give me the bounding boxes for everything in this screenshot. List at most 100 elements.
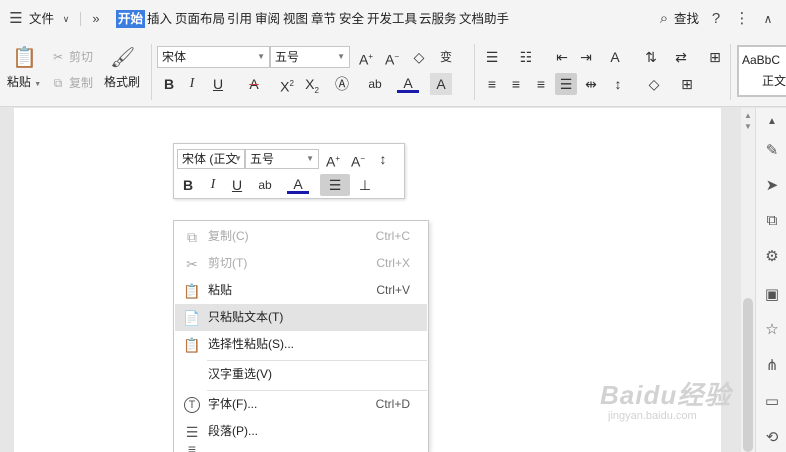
image-icon[interactable]: ▣ [762, 285, 782, 305]
tab-page-layout[interactable]: 页面布局 [175, 10, 225, 28]
more-options-icon[interactable]: ⋮ [732, 9, 752, 29]
menu-item-reconvert[interactable]: 汉字重选(V) [175, 361, 427, 388]
show-marks-icon[interactable]: ⊞ [704, 46, 726, 68]
tab-cloud-service[interactable]: 云服务 [419, 10, 457, 28]
menu-item-paragraph[interactable]: ☰ 段落(P)... [175, 418, 427, 445]
menu-item-next[interactable]: ≡ [175, 442, 427, 452]
font-color-icon[interactable]: A [397, 73, 419, 93]
increase-indent-icon[interactable]: ⇥ [575, 46, 597, 68]
ribbon-divider [730, 44, 731, 100]
menu-item-cut[interactable]: ✂ 剪切(T) Ctrl+X [175, 250, 427, 277]
mini-align-icon[interactable]: ☰ [320, 174, 350, 196]
text-direction-icon[interactable]: A [604, 46, 626, 68]
numbered-list-icon[interactable]: ☷ [515, 46, 537, 68]
mini-grow-font-icon[interactable]: A+ [322, 148, 344, 170]
tab-developer-tools[interactable]: 开发工具 [367, 10, 417, 28]
char-shading-icon[interactable]: A [430, 73, 452, 95]
mini-bold-icon[interactable]: B [177, 174, 199, 196]
distributed-icon[interactable]: ⇹ [580, 73, 602, 95]
settings-sliders-icon[interactable]: ⚙ [762, 247, 782, 267]
sort-icon[interactable]: ⇅ [640, 46, 662, 68]
decrease-indent-icon[interactable]: ⇤ [551, 46, 573, 68]
bullet-list-icon[interactable]: ☰ [481, 46, 503, 68]
scrollbar-thumb[interactable] [743, 298, 753, 452]
menu-item-paste[interactable]: 📋 粘贴 Ctrl+V [175, 277, 427, 304]
mini-font-color-icon[interactable]: A [287, 174, 309, 194]
chevron-down-icon[interactable]: ∨ [56, 9, 76, 29]
mini-font-size-select[interactable]: 五号 ▼ [245, 149, 319, 169]
pointer-icon[interactable]: ➤ [762, 176, 782, 196]
justify-icon[interactable]: ☰ [555, 73, 577, 95]
menu-item-font[interactable]: T 字体(F)... Ctrl+D [175, 391, 427, 418]
star-icon[interactable]: ☆ [762, 320, 782, 340]
strikethrough-icon[interactable]: A [243, 73, 265, 95]
mini-italic-icon[interactable]: I [202, 174, 224, 196]
highlight-icon[interactable]: ab [364, 73, 386, 95]
tab-view[interactable]: 视图 [283, 10, 308, 28]
phonetic-guide-icon[interactable]: 变 [435, 46, 457, 68]
copy-icon: ⧉ [187, 229, 197, 245]
paragraph-spacing-icon[interactable]: ↕ [607, 73, 629, 95]
tab-insert[interactable]: 插入 [147, 10, 172, 28]
copy-label: 复制 [69, 76, 94, 90]
file-menu[interactable]: 文件 [29, 10, 54, 28]
hamburger-menu-icon[interactable]: ☰ [6, 9, 26, 29]
clear-format-icon[interactable]: ◇ [408, 46, 430, 68]
tab-chapter[interactable]: 章节 [311, 10, 336, 28]
paste-special-icon: 📋 [183, 337, 201, 353]
chevron-up-icon[interactable]: ▲ [762, 112, 782, 132]
tab-references[interactable]: 引用 [227, 10, 252, 28]
search-icon[interactable]: ⌕ [654, 9, 674, 29]
menu-item-copy[interactable]: ⧉ 复制(C) Ctrl+C [175, 223, 427, 250]
style-gallery[interactable]: AaBbC 正文 [737, 45, 786, 97]
more-tabs-icon[interactable]: » [86, 9, 106, 29]
mini-highlight-icon[interactable]: ab [254, 174, 276, 196]
mini-format-painter-icon[interactable]: ⊥ [354, 174, 376, 196]
tab-doc-assistant[interactable]: 文档助手 [459, 10, 509, 28]
text-effect-icon[interactable]: Ⓐ [331, 73, 353, 95]
underline-icon[interactable]: U [207, 73, 229, 95]
scroll-up-icon[interactable]: ▲ [744, 111, 752, 120]
collapse-ribbon-icon[interactable]: ∧ [758, 9, 778, 29]
mini-shrink-font-icon[interactable]: A− [347, 148, 369, 170]
shading-icon[interactable]: ◇ [643, 73, 665, 95]
help-icon[interactable]: ? [706, 9, 726, 29]
pen-icon[interactable]: ✎ [762, 141, 782, 161]
mini-font-name-select[interactable]: 宋体 (正文 ▼ [177, 149, 245, 169]
bold-icon[interactable]: B [158, 73, 180, 95]
scissors-icon: ✂ [52, 50, 64, 64]
scissors-icon: ✂ [186, 256, 198, 272]
cut-button[interactable]: ✂ 剪切 [50, 47, 93, 67]
font-size-select[interactable]: 五号 ▼ [270, 46, 350, 68]
shapes-icon[interactable]: ⧉ [762, 211, 782, 231]
align-center-icon[interactable]: ≡ [505, 73, 527, 95]
align-right-icon[interactable]: ≡ [530, 73, 552, 95]
scroll-down-icon[interactable]: ▼ [744, 122, 752, 131]
menu-item-paste-special[interactable]: 📋 选择性粘贴(S)... [175, 331, 427, 358]
paste-text-icon: 📄 [183, 310, 201, 326]
tab-review[interactable]: 审阅 [255, 10, 280, 28]
copy-button[interactable]: ⧉ 复制 [50, 73, 93, 93]
borders-icon[interactable]: ⊞ [676, 73, 698, 95]
vertical-scrollbar[interactable]: ▲ ▼ [741, 108, 755, 452]
align-left-icon[interactable]: ≡ [481, 73, 503, 95]
font-name-select[interactable]: 宋体 ▼ [157, 46, 270, 68]
shrink-font-icon[interactable]: A− [381, 46, 403, 68]
format-painter-button[interactable]: 🖌 格式刷 [99, 46, 145, 90]
italic-icon[interactable]: I [181, 73, 203, 95]
mini-line-spacing-icon[interactable]: ↕ [372, 148, 394, 170]
line-spacing-icon[interactable]: ⇄ [670, 46, 692, 68]
superscript-icon[interactable]: X2 [276, 73, 298, 95]
search-label[interactable]: 查找 [674, 10, 699, 28]
paste-button[interactable]: 📋 粘贴 ▼ [2, 46, 46, 90]
menu-item-paste-text-only[interactable]: 📄 只粘贴文本(T) [175, 304, 427, 331]
mini-underline-icon[interactable]: U [226, 174, 248, 196]
menu-item-label: 字体(F)... [208, 397, 258, 411]
share-icon[interactable]: ⋔ [762, 356, 782, 376]
archive-icon[interactable]: ▭ [762, 392, 782, 412]
history-icon[interactable]: ⟲ [762, 428, 782, 448]
tab-start[interactable]: 开始 [116, 10, 146, 28]
subscript-icon[interactable]: X2 [301, 73, 323, 95]
grow-font-icon[interactable]: A+ [355, 46, 377, 68]
tab-security[interactable]: 安全 [339, 10, 364, 28]
